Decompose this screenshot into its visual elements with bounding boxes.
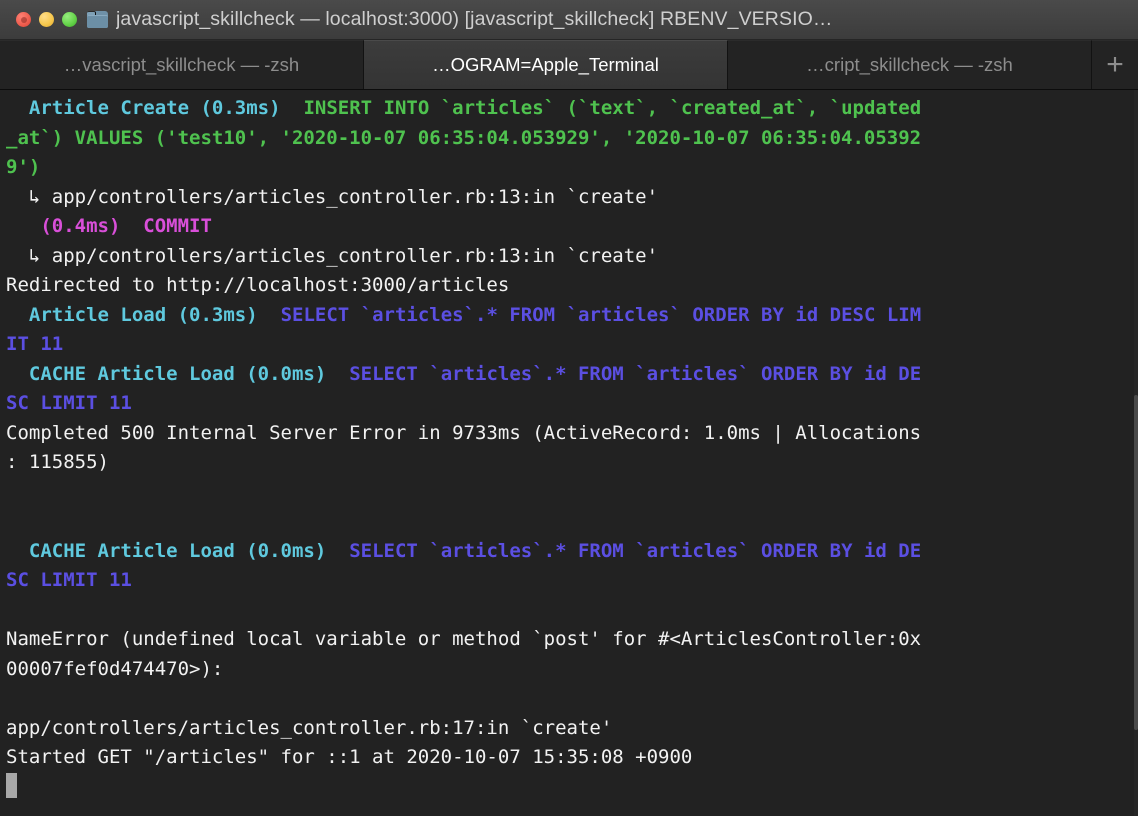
terminal-line: Article Create (0.3ms) INSERT INTO `arti… bbox=[6, 94, 1138, 124]
terminal-line: Article Load (0.3ms) SELECT `articles`.*… bbox=[6, 301, 1138, 331]
terminal-line: SC LIMIT 11 bbox=[6, 566, 1138, 596]
terminal-line: : 115855) bbox=[6, 448, 1138, 478]
terminal-text-span bbox=[281, 97, 304, 119]
terminal-line: Started GET "/articles" for ::1 at 2020-… bbox=[6, 743, 1138, 773]
terminal-text-span bbox=[6, 363, 29, 385]
terminal-text-span: NameError (undefined local variable or m… bbox=[6, 628, 922, 650]
terminal-line: SC LIMIT 11 bbox=[6, 389, 1138, 419]
window-titlebar: javascript_skillcheck — localhost:3000) … bbox=[0, 0, 1138, 40]
terminal-line: IT 11 bbox=[6, 330, 1138, 360]
terminal-line bbox=[6, 772, 1138, 803]
tab-zsh-right[interactable]: …cript_skillcheck — -zsh bbox=[728, 40, 1092, 89]
terminal-window: javascript_skillcheck — localhost:3000) … bbox=[0, 0, 1138, 816]
terminal-output-pane[interactable]: Article Create (0.3ms) INSERT INTO `arti… bbox=[0, 90, 1138, 816]
terminal-text-span bbox=[326, 363, 349, 385]
terminal-line: Completed 500 Internal Server Error in 9… bbox=[6, 419, 1138, 449]
terminal-line: app/controllers/articles_controller.rb:1… bbox=[6, 714, 1138, 744]
terminal-text-span: : 115855) bbox=[6, 451, 109, 473]
terminal-text-span: IT 11 bbox=[6, 333, 64, 355]
tab-zsh-left[interactable]: …vascript_skillcheck — -zsh bbox=[0, 40, 364, 89]
terminal-text-span: SC LIMIT 11 bbox=[6, 569, 132, 591]
terminal-line: CACHE Article Load (0.0ms) SELECT `artic… bbox=[6, 537, 1138, 567]
terminal-line: ↳ app/controllers/articles_controller.rb… bbox=[6, 183, 1138, 213]
terminal-text-span: Redirected to http://localhost:3000/arti… bbox=[6, 274, 510, 296]
terminal-text-span: CACHE Article Load (0.0ms) bbox=[28, 362, 327, 385]
window-title: javascript_skillcheck — localhost:3000) … bbox=[116, 8, 833, 30]
terminal-text-span: Started GET "/articles" for ::1 at 2020-… bbox=[6, 746, 693, 768]
terminal-scrollbar[interactable] bbox=[1134, 90, 1138, 816]
terminal-text-span: Article Load (0.3ms) bbox=[28, 303, 258, 326]
tab-apple-terminal[interactable]: …OGRAM=Apple_Terminal bbox=[364, 40, 728, 89]
terminal-line: NameError (undefined local variable or m… bbox=[6, 625, 1138, 655]
terminal-line: 9') bbox=[6, 153, 1138, 183]
terminal-text-span: ↳ app/controllers/articles_controller.rb… bbox=[6, 244, 659, 267]
terminal-line: CACHE Article Load (0.0ms) SELECT `artic… bbox=[6, 360, 1138, 390]
terminal-text-span: SELECT `articles`.* FROM `articles` ORDE… bbox=[280, 303, 922, 326]
terminal-text-span: INSERT INTO `articles` (`text`, `created… bbox=[303, 97, 922, 119]
terminal-text-span bbox=[6, 215, 40, 237]
terminal-text-span bbox=[6, 304, 29, 326]
terminal-text-span bbox=[258, 304, 281, 326]
terminal-text: Article Create (0.3ms) INSERT INTO `arti… bbox=[0, 94, 1138, 802]
terminal-text-span bbox=[6, 540, 29, 562]
terminal-line: (0.4ms) COMMIT bbox=[6, 212, 1138, 242]
terminal-text-span bbox=[326, 540, 349, 562]
terminal-text-span: ↳ app/controllers/articles_controller.rb… bbox=[6, 185, 659, 208]
terminal-text-span: app/controllers/articles_controller.rb:1… bbox=[6, 716, 613, 739]
terminal-text-span bbox=[6, 97, 29, 119]
terminal-text-span: CACHE Article Load (0.0ms) bbox=[28, 539, 327, 562]
terminal-text-span: 9') bbox=[6, 156, 41, 178]
terminal-text-span: SELECT `articles`.* FROM `articles` ORDE… bbox=[349, 362, 922, 385]
terminal-text-span: Article Create (0.3ms) bbox=[28, 97, 281, 119]
terminal-cursor bbox=[6, 772, 17, 798]
tab-bar: …vascript_skillcheck — -zsh …OGRAM=Apple… bbox=[0, 40, 1138, 90]
terminal-line: _at`) VALUES ('test10', '2020-10-07 06:3… bbox=[6, 124, 1138, 154]
terminal-line: 00007fef0d474470>): bbox=[6, 655, 1138, 685]
terminal-text-span: SELECT `articles`.* FROM `articles` ORDE… bbox=[349, 539, 922, 562]
new-tab-button[interactable]: + bbox=[1092, 40, 1138, 89]
zoom-button[interactable] bbox=[62, 12, 77, 27]
terminal-line: ↳ app/controllers/articles_controller.rb… bbox=[6, 242, 1138, 272]
terminal-text-span: _at`) VALUES ('test10', '2020-10-07 06:3… bbox=[6, 126, 922, 149]
terminal-text-span: Completed 500 Internal Server Error in 9… bbox=[6, 421, 922, 444]
scrollbar-thumb[interactable] bbox=[1134, 395, 1138, 730]
terminal-text-span: SC LIMIT 11 bbox=[6, 392, 132, 414]
terminal-text-span: 00007fef0d474470>): bbox=[6, 657, 224, 680]
terminal-text-span: (0.4ms) COMMIT bbox=[40, 215, 212, 237]
minimize-button[interactable] bbox=[39, 12, 54, 27]
close-button[interactable] bbox=[16, 12, 31, 27]
terminal-line: Redirected to http://localhost:3000/arti… bbox=[6, 271, 1138, 301]
window-controls bbox=[16, 12, 77, 27]
folder-icon bbox=[87, 11, 108, 28]
